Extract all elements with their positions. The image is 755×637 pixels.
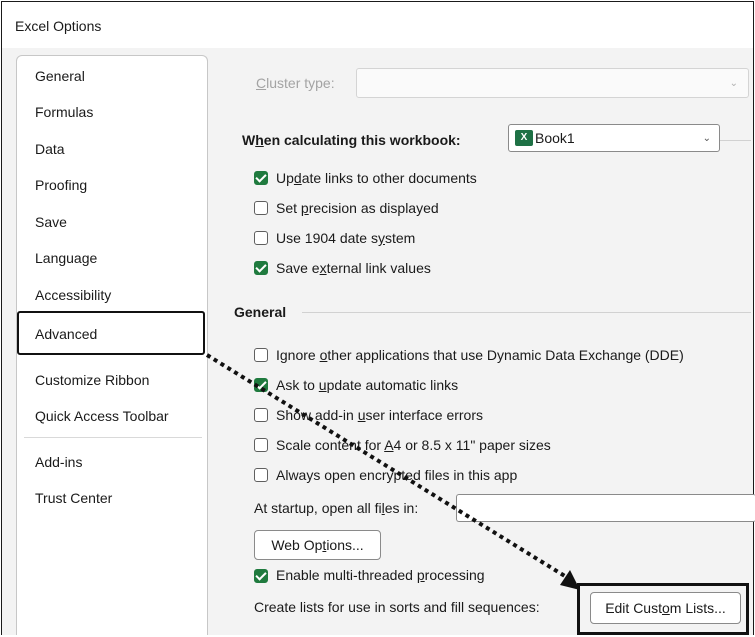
- checkbox-multithreaded[interactable]: [254, 569, 268, 583]
- label-show-addin-errors: Show add-in user interface errors: [276, 407, 483, 423]
- chevron-down-icon: ⌄: [702, 133, 711, 144]
- startup-label: At startup, open all files in:: [254, 500, 419, 516]
- nav-item-customize-ribbon[interactable]: Customize Ribbon: [35, 372, 149, 388]
- label-ignore-dde: Ignore other applications that use Dynam…: [276, 347, 684, 363]
- cluster-type-dropdown[interactable]: ⌄: [356, 68, 749, 98]
- excel-icon: X: [515, 130, 533, 146]
- nav-item-general[interactable]: General: [35, 68, 85, 84]
- label-update-links: Update links to other documents: [276, 170, 477, 186]
- checkbox-show-addin-errors[interactable]: [254, 408, 268, 422]
- label-1904-date: Use 1904 date system: [276, 230, 416, 246]
- nav-item-add-ins[interactable]: Add-ins: [35, 454, 82, 470]
- label-save-external-links: Save external link values: [276, 260, 431, 276]
- nav-separator: [24, 437, 202, 438]
- checkbox-open-encrypted[interactable]: [254, 468, 268, 482]
- nav-item-advanced[interactable]: Advanced: [17, 311, 205, 355]
- workbook-value: Book1: [535, 130, 575, 146]
- label-open-encrypted: Always open encrypted files in this app: [276, 467, 518, 483]
- nav-item-advanced-label: Advanced: [35, 326, 98, 342]
- workbook-label: When calculating this workbook:: [242, 132, 461, 148]
- label-multithreaded: Enable multi-threaded processing: [276, 567, 485, 583]
- workbook-dropdown[interactable]: X Book1 ⌄: [508, 124, 720, 152]
- nav-item-accessibility[interactable]: Accessibility: [35, 287, 111, 303]
- custom-lists-label: Create lists for use in sorts and fill s…: [254, 599, 540, 615]
- nav-item-formulas[interactable]: Formulas: [35, 104, 93, 120]
- nav-item-trust-center[interactable]: Trust Center: [35, 490, 112, 506]
- title-bar: Excel Options: [2, 2, 753, 48]
- general-section-title: General: [234, 304, 287, 320]
- label-ask-update-links: Ask to update automatic links: [276, 377, 459, 393]
- label-set-precision: Set precision as displayed: [276, 200, 439, 216]
- checkbox-scale-content[interactable]: [254, 438, 268, 452]
- chevron-down-icon: ⌄: [729, 78, 738, 89]
- checkbox-ignore-dde[interactable]: [254, 348, 268, 362]
- section-divider: [720, 140, 751, 141]
- checkbox-save-external-links[interactable]: [254, 261, 268, 275]
- nav-item-save[interactable]: Save: [35, 214, 67, 230]
- cluster-type-label: Cluster type:: [256, 75, 335, 91]
- web-options-button[interactable]: Web Options...: [254, 530, 381, 560]
- checkbox-ask-update-links[interactable]: [254, 378, 268, 392]
- nav-item-language[interactable]: Language: [35, 250, 97, 266]
- section-divider: [302, 312, 751, 313]
- checkbox-set-precision[interactable]: [254, 201, 268, 215]
- nav-item-data[interactable]: Data: [35, 141, 65, 157]
- checkbox-1904-date[interactable]: [254, 231, 268, 245]
- checkbox-update-links[interactable]: [254, 171, 268, 185]
- startup-folder-input[interactable]: [456, 494, 755, 522]
- label-scale-content: Scale content for A4 or 8.5 x 11" paper …: [276, 437, 551, 453]
- edit-custom-lists-button[interactable]: Edit Custom Lists...: [590, 592, 741, 624]
- nav-item-proofing[interactable]: Proofing: [35, 177, 87, 193]
- window-title: Excel Options: [15, 18, 102, 34]
- nav-item-quick-access-toolbar[interactable]: Quick Access Toolbar: [35, 408, 169, 424]
